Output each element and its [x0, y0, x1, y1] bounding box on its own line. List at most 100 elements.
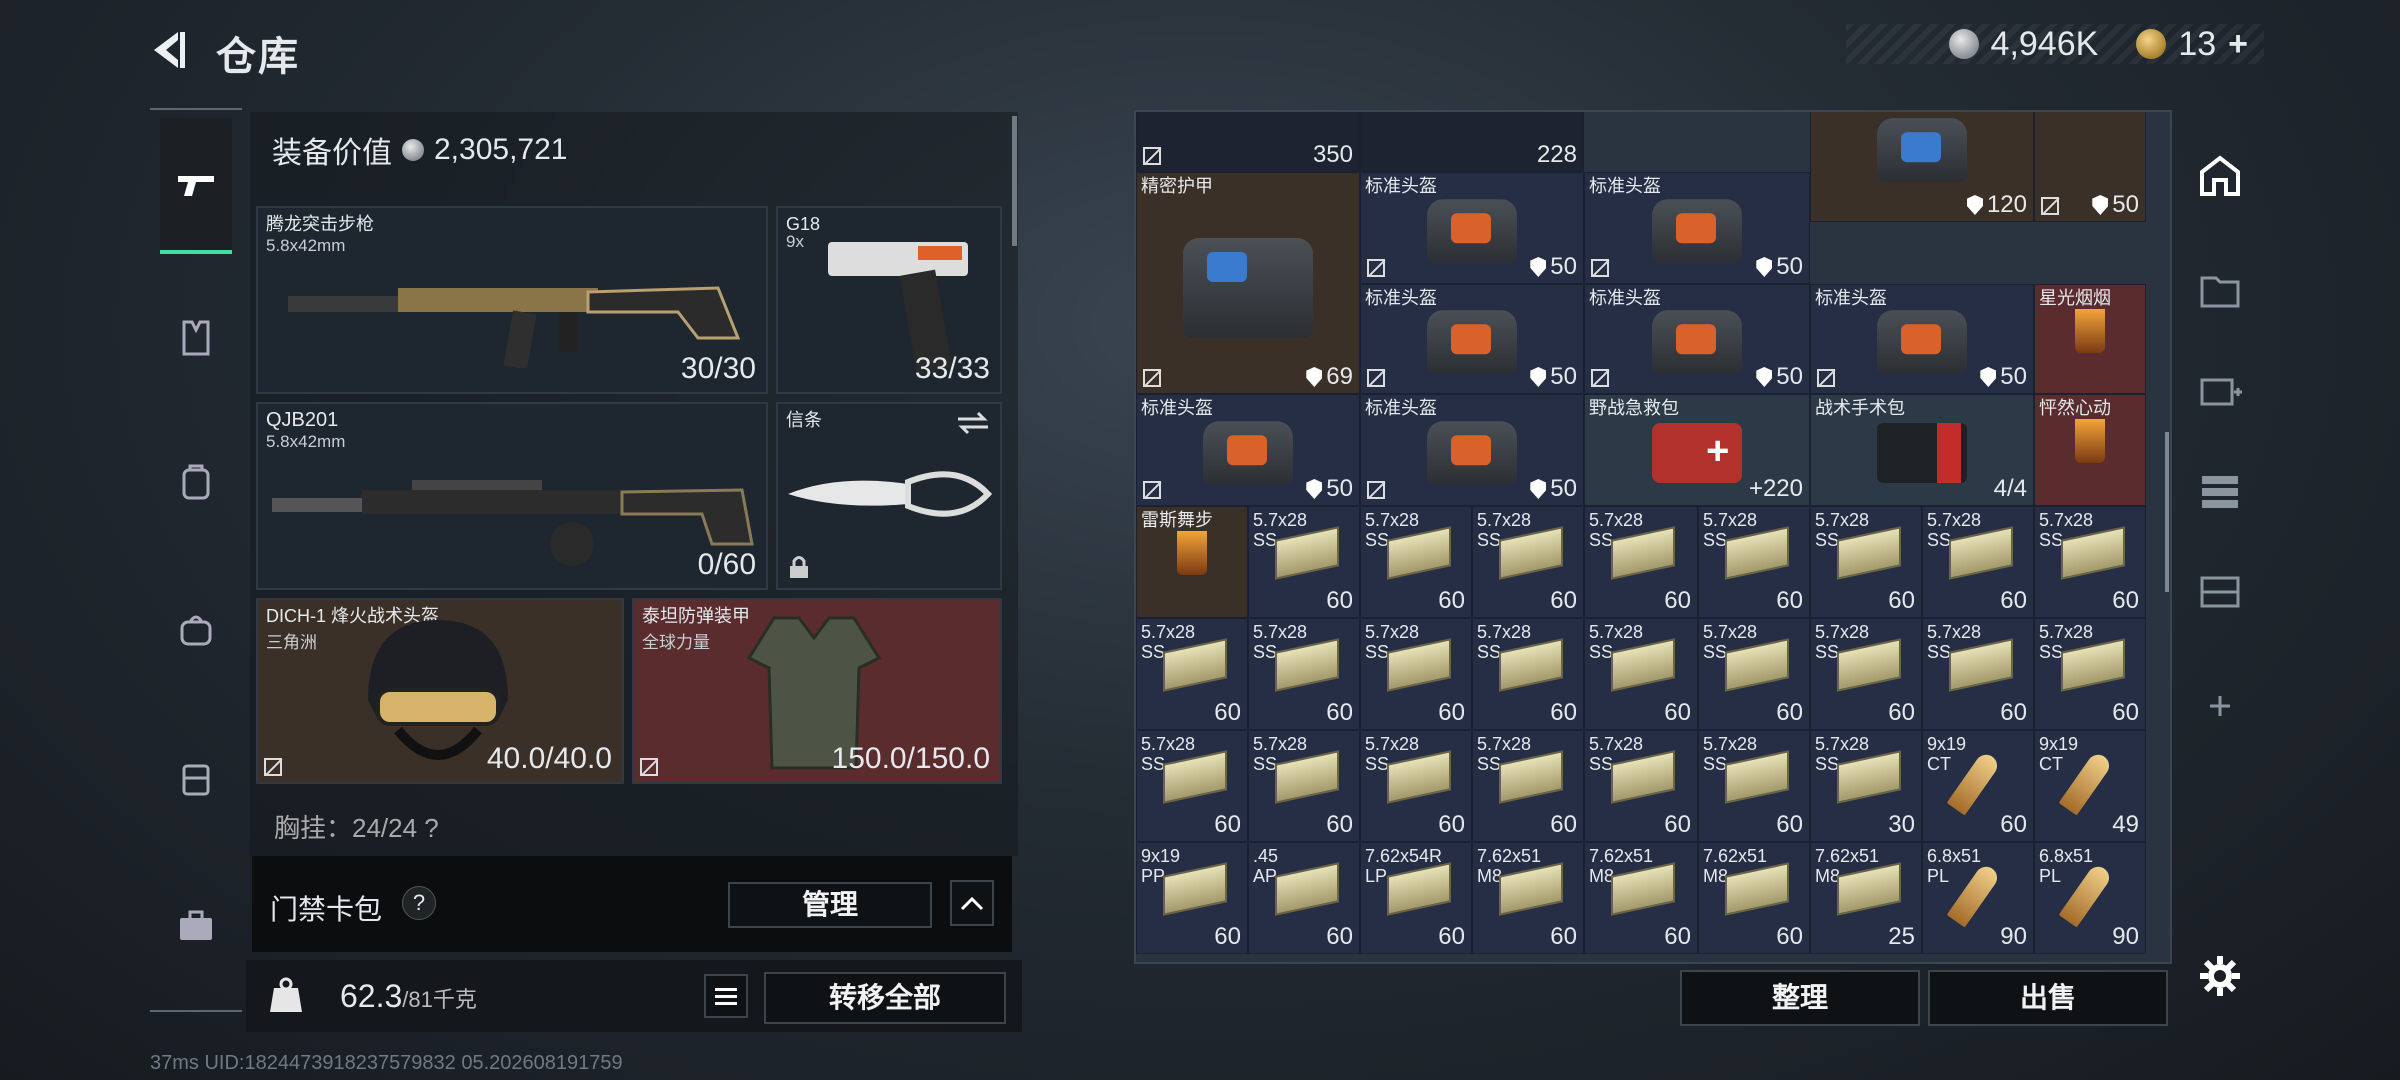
storage-tab-main[interactable]: [2180, 136, 2260, 216]
inventory-item[interactable]: 标准头盔 50: [1136, 394, 1360, 506]
inventory-item[interactable]: 5.7x28 SS 60: [1698, 730, 1810, 842]
inventory-item[interactable]: 5.7x28 SS 60: [1698, 618, 1810, 730]
item-count: 60: [1550, 923, 1577, 950]
armor-slot[interactable]: 泰坦防弹装甲 全球力量 150.0/150.0: [632, 598, 1002, 784]
manage-button[interactable]: 管理: [728, 882, 932, 928]
inventory-item[interactable]: 5.7x28 SS 60: [1360, 618, 1472, 730]
inventory-item[interactable]: 9x19 CT 60: [1922, 730, 2034, 842]
inventory-item[interactable]: 5.7x28 SS 60: [1248, 618, 1360, 730]
helmet-slot[interactable]: DICH-1 烽火战术头盔 三角洲 40.0/40.0: [256, 598, 624, 784]
list-view-button[interactable]: [704, 974, 748, 1018]
tab-toolbox[interactable]: [160, 890, 232, 962]
inventory-item[interactable]: 7.62x51 M8 60: [1472, 842, 1584, 954]
inventory-item[interactable]: 9x19 CT 49: [2034, 730, 2146, 842]
inventory-item[interactable]: 228: [1360, 112, 1584, 172]
inventory-scrollbar[interactable]: [2165, 432, 2169, 592]
inventory-item[interactable]: 5.7x28 SS 60: [1584, 506, 1698, 618]
inventory-item[interactable]: 5.7x28 SS 60: [1472, 618, 1584, 730]
inventory-item[interactable]: 120: [1810, 112, 2034, 222]
inventory-item[interactable]: 5.7x28 SS 60: [1248, 506, 1360, 618]
help-icon[interactable]: ?: [402, 886, 436, 920]
inventory-item[interactable]: 5.7x28 SS 60: [1472, 506, 1584, 618]
tab-vest[interactable]: [160, 302, 232, 374]
inventory-item[interactable]: 350: [1136, 112, 1360, 172]
inventory-item[interactable]: 标准头盔 50: [1584, 284, 1810, 394]
durability: 40.0/40.0: [486, 742, 612, 775]
primary-weapon-slot[interactable]: 腾龙突击步枪 5.8x42mm 30/30: [256, 206, 768, 394]
inventory-item[interactable]: 5.7x28 SS 60: [1922, 506, 2034, 618]
inventory-item[interactable]: 战术手术包 4/4: [1810, 394, 2034, 506]
item-count: 228: [1536, 141, 1577, 168]
inventory-item[interactable]: 6.8x51 PL 90: [1922, 842, 2034, 954]
keycard-case-bar: 门禁卡包 ? 管理: [252, 856, 1012, 952]
swap-icon[interactable]: [956, 410, 990, 436]
tab-case[interactable]: [160, 742, 232, 814]
collapse-button[interactable]: [950, 880, 994, 926]
item-name: 标准头盔: [1815, 288, 1887, 308]
inventory-item[interactable]: 5.7x28 SS 60: [2034, 506, 2146, 618]
inventory-item[interactable]: 标准头盔 50: [1360, 394, 1584, 506]
inventory-item[interactable]: 5.7x28 SS 60: [1248, 730, 1360, 842]
inventory-item[interactable]: 5.7x28 SS 60: [1360, 730, 1472, 842]
inventory-item[interactable]: 5.7x28 SS 60: [2034, 618, 2146, 730]
storage-tab-2[interactable]: [2180, 350, 2260, 430]
inventory-item[interactable]: 5.7x28 SS 60: [1136, 618, 1248, 730]
tab-pouch[interactable]: [160, 594, 232, 666]
add-storage-button[interactable]: [2180, 666, 2260, 746]
back-icon[interactable]: [148, 28, 188, 72]
inventory-item[interactable]: 雷斯舞步: [1136, 506, 1248, 618]
inventory-item[interactable]: 5.7x28 SS 60: [1584, 730, 1698, 842]
inventory-item[interactable]: 星光烟烟: [2034, 284, 2146, 394]
inventory-item[interactable]: 标准头盔 50: [1584, 172, 1810, 284]
silver-coin-icon: [402, 139, 424, 161]
melee-slot[interactable]: 信条: [776, 402, 1002, 590]
inventory-item[interactable]: 5.7x28 SS 60: [1584, 618, 1698, 730]
inventory-item[interactable]: 怦然心动: [2034, 394, 2146, 506]
inventory-item[interactable]: 7.62x51 M8 60: [1698, 842, 1810, 954]
shield-icon: [1980, 367, 1997, 387]
inventory-item[interactable]: 标准头盔 50: [1360, 172, 1584, 284]
add-currency-button[interactable]: +: [2228, 25, 2248, 64]
left-category-nav: [150, 108, 242, 1012]
sell-button[interactable]: 出售: [1928, 970, 2168, 1026]
item-count: 60: [1776, 699, 1803, 726]
inventory-item[interactable]: 5.7x28 SS 60: [1472, 730, 1584, 842]
inventory-item[interactable]: 7.62x51 M8 60: [1584, 842, 1698, 954]
item-name: 标准头盔: [1365, 176, 1437, 196]
inventory-item[interactable]: 6.8x51 PL 90: [2034, 842, 2146, 954]
loadout-scrollbar[interactable]: [1012, 116, 1017, 246]
inventory-item[interactable]: 7.62x54R LP 60: [1360, 842, 1472, 954]
storage-tab-4[interactable]: [2180, 550, 2260, 630]
no-insure-icon: [1591, 369, 1609, 387]
inventory-item[interactable]: 9x19 PP 60: [1136, 842, 1248, 954]
inventory-item[interactable]: 精密护甲 69: [1136, 172, 1360, 394]
secondary-weapon-slot[interactable]: QJB201 5.8x42mm 0/60: [256, 402, 768, 590]
box-add-icon: [2200, 378, 2242, 406]
inventory-item[interactable]: 5.7x28 SS 60: [1810, 506, 1922, 618]
storage-tab-3[interactable]: [2180, 450, 2260, 530]
inventory-item[interactable]: 5.7x28 SS 60: [1810, 618, 1922, 730]
inventory-item[interactable]: 5.7x28 SS 60: [1698, 506, 1810, 618]
inventory-item[interactable]: 5.7x28 SS 60: [1360, 506, 1472, 618]
inventory-item[interactable]: 野战急救包 +220: [1584, 394, 1810, 506]
inventory-item[interactable]: 5.7x28 SS 60: [1136, 730, 1248, 842]
transfer-all-button[interactable]: 转移全部: [764, 972, 1006, 1024]
inventory-item[interactable]: .45 AP 60: [1248, 842, 1360, 954]
inventory-item[interactable]: 标准头盔 50: [1810, 284, 2034, 394]
drink-icon: [2075, 309, 2105, 353]
inventory-item[interactable]: 标准头盔 50: [1360, 284, 1584, 394]
settings-button[interactable]: [2180, 936, 2260, 1016]
item-count: 90: [2000, 923, 2027, 950]
right-storage-nav: [2180, 110, 2260, 1010]
storage-tab-1[interactable]: [2180, 250, 2260, 330]
tab-backpack[interactable]: [160, 446, 232, 518]
pistol-slot[interactable]: G18 9x 33/33: [776, 206, 1002, 394]
tab-weapons[interactable]: [160, 118, 232, 254]
inventory-item[interactable]: 5.7x28 SS 60: [1922, 618, 2034, 730]
sort-button[interactable]: 整理: [1680, 970, 1920, 1026]
chevron-up-icon: [960, 896, 984, 911]
inventory-item[interactable]: 7.62x51 M8 25: [1810, 842, 1922, 954]
inventory-item[interactable]: 50: [2034, 112, 2146, 222]
inventory-item[interactable]: 5.7x28 SS 30: [1810, 730, 1922, 842]
case-icon: [182, 764, 210, 796]
